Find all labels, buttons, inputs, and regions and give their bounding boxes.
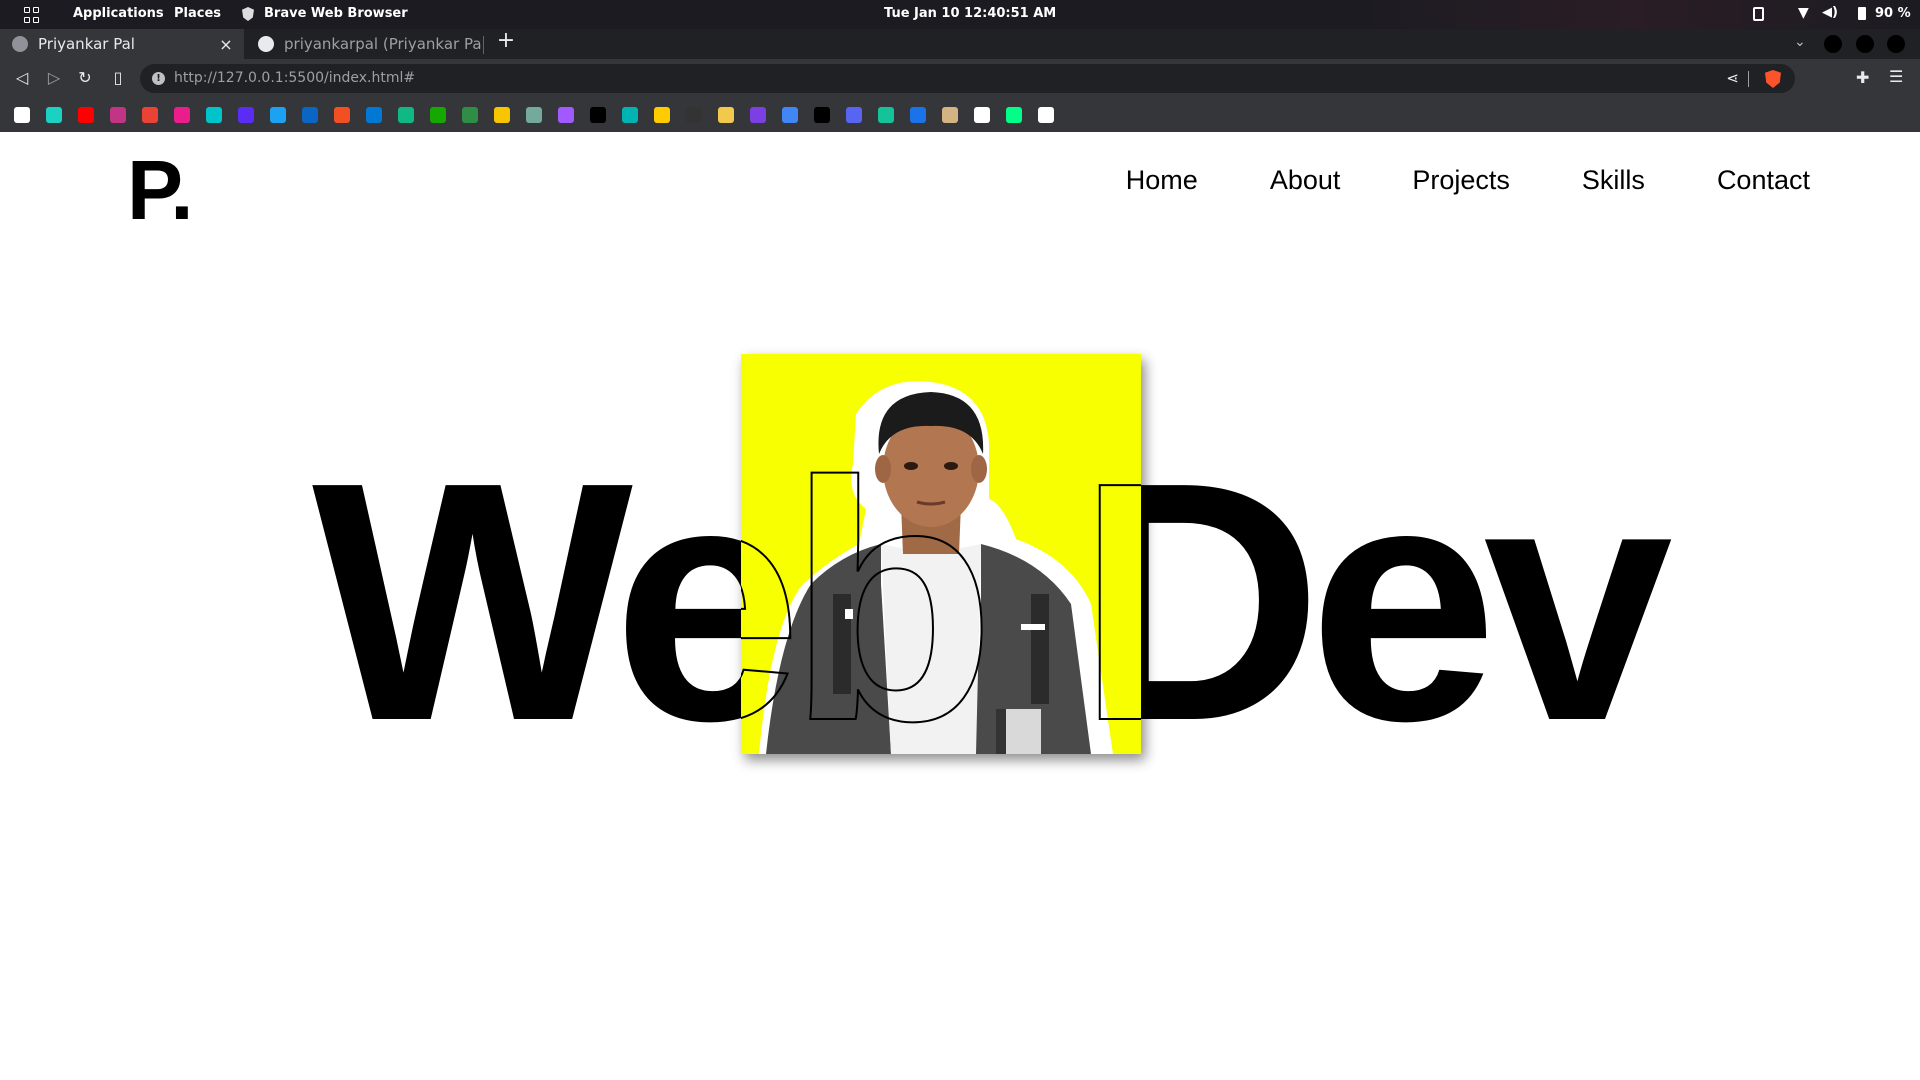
hero-word-dev: Dev <box>1077 412 1673 792</box>
tab-title: Priyankar Pal <box>38 35 135 53</box>
bookmark-icon[interactable] <box>782 107 798 123</box>
bookmark-icon[interactable] <box>174 107 190 123</box>
linkedin-icon[interactable] <box>302 107 318 123</box>
bookmark-icon[interactable] <box>238 107 254 123</box>
github-icon[interactable] <box>14 107 30 123</box>
hero-word-web-outline: Web <box>741 412 997 754</box>
tab-divider <box>483 36 484 54</box>
codepen-icon[interactable] <box>1038 107 1054 123</box>
bookmark-icon[interactable] <box>910 107 926 123</box>
youtube-icon[interactable] <box>78 107 94 123</box>
url-text[interactable]: http://127.0.0.1:5500/index.html# <box>174 70 415 86</box>
globe-icon <box>12 36 28 52</box>
grammarly-icon[interactable] <box>878 107 894 123</box>
hero-text-outline-overlay: Web Dev <box>741 354 1141 754</box>
url-host: http://127.0.0.1 <box>174 70 284 86</box>
bookmark-icon[interactable] <box>590 107 606 123</box>
brave-icon <box>242 7 254 21</box>
bookmark-icon[interactable] <box>494 107 510 123</box>
back-icon[interactable]: ◁ <box>11 67 33 89</box>
hero-word-dev-outline: Dev <box>1076 431 1141 754</box>
new-tab-button[interactable]: + <box>494 28 518 53</box>
minimize-button[interactable] <box>1824 35 1842 53</box>
bookmarks-bar <box>0 98 1920 132</box>
twitter-icon[interactable] <box>270 107 286 123</box>
medium-icon[interactable] <box>814 107 830 123</box>
app-grid-icon[interactable] <box>24 7 40 23</box>
wifi-icon[interactable]: ▼ <box>1798 5 1809 21</box>
tab-title: priyankarpal (Priyankar Pal ) <box>284 35 482 53</box>
bookmark-icon[interactable] <box>750 107 766 123</box>
bookmark-page-icon[interactable]: ▯ <box>107 67 129 89</box>
browser-toolbar: ◁ ▷ ↻ ▯ ! http://127.0.0.1:5500/index.ht… <box>0 59 1920 98</box>
bookmark-icon[interactable] <box>846 107 862 123</box>
close-tab-icon[interactable]: × <box>216 35 236 54</box>
hero-section: Web Dev b <box>0 132 1920 1080</box>
bookmark-icon[interactable] <box>1006 107 1022 123</box>
tab-strip: Priyankar Pal × priyankarpal (Priyankar … <box>0 28 1920 59</box>
bookmark-icon[interactable] <box>622 107 638 123</box>
bookmark-icon[interactable] <box>942 107 958 123</box>
share-icon[interactable]: ⋖ <box>1726 69 1739 87</box>
tab-github-priyankarpal[interactable]: priyankarpal (Priyankar Pal ) <box>246 29 482 59</box>
reload-icon[interactable]: ↻ <box>74 67 96 89</box>
bookmark-icon[interactable] <box>398 107 414 123</box>
bookmark-icon[interactable] <box>366 107 382 123</box>
bookmark-icon[interactable] <box>654 107 670 123</box>
url-path: :5500/index.html# <box>283 70 416 86</box>
site-info-icon[interactable]: ! <box>152 72 165 85</box>
maximize-button[interactable] <box>1856 35 1874 53</box>
active-app-label[interactable]: Brave Web Browser <box>264 6 408 21</box>
bookmark-icon[interactable] <box>462 107 478 123</box>
web-page: P. Home About Projects Skills Contact We… <box>0 132 1920 1080</box>
system-top-bar: Applications Places Brave Web Browser Tu… <box>0 0 1920 29</box>
tab-search-chevron-icon[interactable]: ⌄ <box>1794 34 1806 50</box>
clipboard-icon[interactable] <box>1753 7 1764 21</box>
bookmark-icon[interactable] <box>110 107 126 123</box>
volume-icon[interactable]: ◀) <box>1822 5 1838 20</box>
github-icon <box>258 36 274 52</box>
forward-icon[interactable]: ▷ <box>43 67 65 89</box>
clock[interactable]: Tue Jan 10 12:40:51 AM <box>884 6 1056 21</box>
close-window-button[interactable] <box>1887 35 1905 53</box>
applications-menu[interactable]: Applications <box>73 6 164 21</box>
battery-percent: 90 % <box>1875 6 1911 21</box>
bookmark-icon[interactable] <box>718 107 734 123</box>
extensions-puzzle-icon[interactable]: ✚ <box>1856 68 1869 87</box>
address-bar[interactable]: ! http://127.0.0.1:5500/index.html# ⋖ <box>140 64 1795 93</box>
hamburger-menu-icon[interactable]: ☰ <box>1889 67 1903 86</box>
battery-icon[interactable] <box>1858 7 1866 20</box>
brave-shields-icon[interactable] <box>1765 70 1781 88</box>
bookmark-icon[interactable] <box>206 107 222 123</box>
bookmark-icon[interactable] <box>46 107 62 123</box>
gmail-icon[interactable] <box>142 107 158 123</box>
microsoft-icon[interactable] <box>334 107 350 123</box>
bookmark-icon[interactable] <box>686 107 702 123</box>
upwork-icon[interactable] <box>430 107 446 123</box>
codepen-icon[interactable] <box>974 107 990 123</box>
places-menu[interactable]: Places <box>174 6 221 21</box>
figma-icon[interactable] <box>558 107 574 123</box>
omnibox-divider <box>1748 71 1749 87</box>
tab-priyankar-pal[interactable]: Priyankar Pal × <box>0 29 244 59</box>
openai-icon[interactable] <box>526 107 542 123</box>
